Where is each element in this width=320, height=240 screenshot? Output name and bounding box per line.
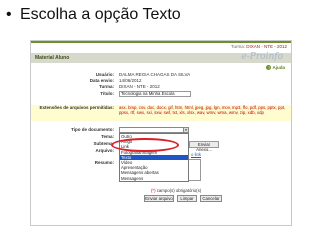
screenshot-panel: Turma: DIXAN - NTE - 2012 Material Aluno… [30,40,292,226]
tipo-label: Tipo de documento: [71,127,114,132]
clear-button[interactable]: Limpar [177,195,197,202]
cancel-button[interactable]: Cancelar [200,195,222,202]
help-label: Ajuda [272,65,285,70]
bullet-icon: • [6,6,12,23]
top-accent-line [31,41,291,43]
extensoes-label: Extensões de arquivos permitidas: [39,105,114,110]
tema-label: Tema: [101,134,114,139]
resumo-label: Resumo: [94,160,114,165]
highlight-ellipse [111,138,179,152]
send-file-button[interactable]: Enviar arquivo [144,195,174,202]
enviar-anexo-button[interactable]: Enviar Anexo... [189,141,219,152]
section-banner: Material Aluno e-Proinfo [31,52,291,63]
arquivo-label: Arquivo: [95,148,115,153]
chevron-down-icon[interactable]: ▼ [183,128,188,132]
banner-title: Material Aluno [35,55,70,61]
turma-indicator-value: DIXAN - NTE - 2012 [246,44,287,49]
slide-heading-text: Escolha a opção Texto [20,6,181,23]
extensoes-values: asx, bmp, csv, doc, docx, gif, htm, html… [119,105,286,116]
turma-label: Turma: [99,84,114,89]
required-note-text: campo(s) obrigatório(s) [156,188,202,193]
turma-indicator: Turma: DIXAN - NTE - 2012 [231,44,287,49]
titulo-input[interactable]: Tecnologia na Minha Escola [119,91,191,97]
help-link[interactable]: ? Ajuda [266,65,285,70]
ver-link[interactable]: o link [191,152,201,157]
required-note: (*) campo(s) obrigatório(s) [151,188,201,193]
help-icon: ? [266,65,272,70]
turma-indicator-label: Turma: [230,44,245,49]
eproinfo-logo: e-Proinfo [241,52,283,62]
slide-heading: • Escolha a opção Texto [6,6,181,24]
titulo-label: Título: [100,91,114,96]
required-marker: (*) [151,188,156,193]
turma-value: DIXAN - NTE - 2012 [119,84,160,89]
dropdown-option-mensagens[interactable]: Mensagens [120,176,188,181]
